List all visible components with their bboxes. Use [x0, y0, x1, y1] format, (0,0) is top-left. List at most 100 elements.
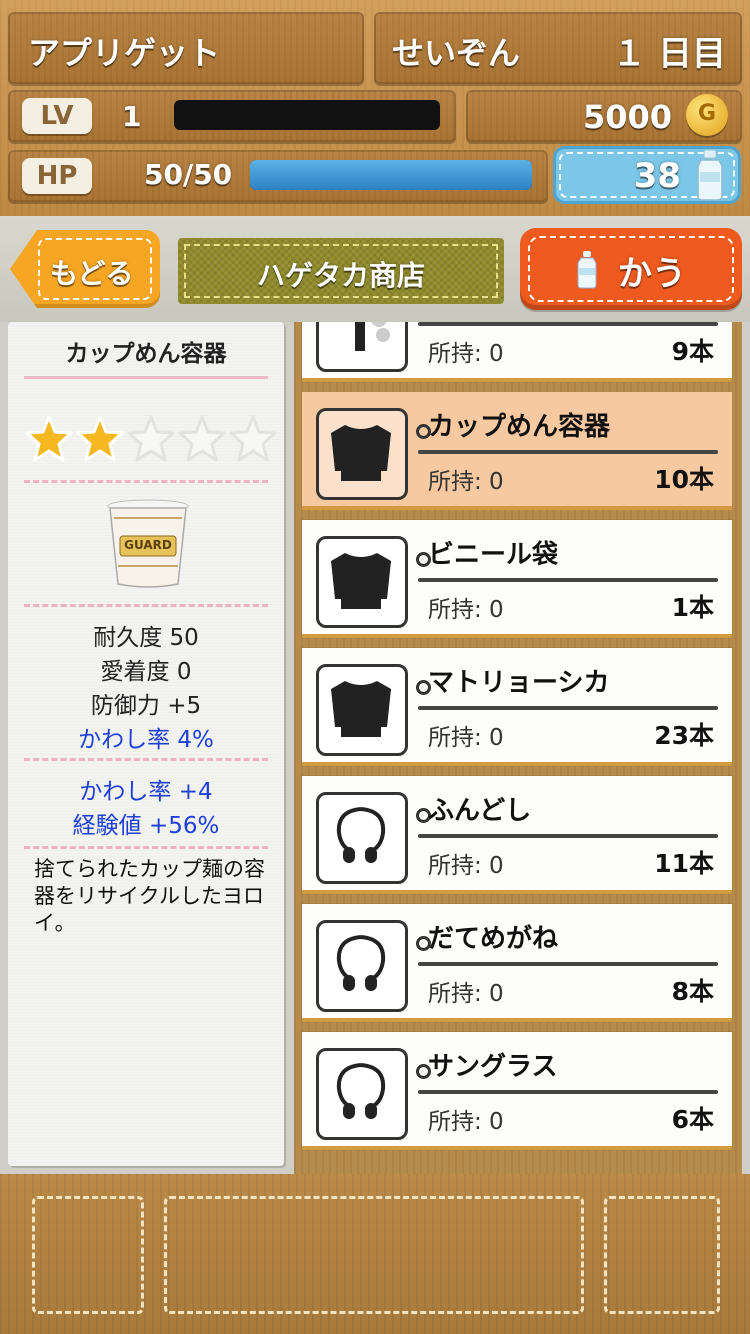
item-price: 10本: [654, 465, 714, 494]
hp-value: 50/50: [144, 158, 233, 191]
item-row[interactable]: 所持: 0 9本: [302, 322, 732, 382]
divider: [418, 578, 718, 582]
divider: [418, 834, 718, 838]
divider: [418, 322, 718, 326]
shirt-icon: [331, 553, 391, 609]
equipment-slot-bar: [0, 1174, 750, 1334]
item-name: サングラス: [428, 1052, 558, 1082]
star-empty-icon: [229, 415, 277, 462]
item-row[interactable]: カップめん容器所持: 0 10本: [302, 392, 732, 510]
item-owned: 所持: 0: [428, 725, 504, 751]
back-button[interactable]: もどる: [10, 230, 160, 308]
necklace-icon: [336, 807, 386, 863]
detail-item-name: カップめん容器: [65, 341, 227, 367]
bonus-exp: 経験値 +56%: [72, 813, 220, 839]
water-bottle-icon: [577, 251, 597, 289]
shirt-icon: [331, 425, 391, 481]
divider: [418, 1090, 718, 1094]
shop-title-banner: ハゲタカ商店: [178, 238, 504, 304]
star-empty-icon: [127, 415, 175, 462]
gold-value: 5000: [582, 98, 672, 136]
hp-panel: HP 50/50: [8, 150, 548, 202]
hp-bar: [250, 160, 532, 190]
broom-icon: [355, 322, 390, 351]
divider: [24, 604, 268, 607]
item-detail-panel: カップめん容器 GUARD 耐久度 50 愛着度 0 防御力 +5 かわし率 4…: [8, 322, 284, 1166]
app-name: アプリゲット: [28, 34, 221, 72]
item-price: 8本: [671, 977, 714, 1006]
equip-slot-group[interactable]: [164, 1196, 584, 1314]
water-value: 38: [633, 156, 681, 196]
divider: [418, 706, 718, 710]
gold-coin-icon: G: [686, 94, 728, 136]
item-list[interactable]: 所持: 0 9本 カップめん容器 所持: 0 10本 ビニール袋 所持: 0 1本 マトリョーシ…: [294, 322, 742, 1174]
stat-affection: 愛着度 0: [100, 659, 192, 685]
mode-label: せいぞん: [392, 34, 521, 72]
water-bottle-icon: [697, 149, 723, 201]
item-row[interactable]: ビニール袋所持: 0 1本: [302, 520, 732, 638]
item-thumbnail: [316, 408, 408, 500]
divider: [24, 376, 268, 379]
item-name: だてめがね: [428, 924, 559, 954]
item-price: 9本: [671, 337, 714, 366]
stat-evade-rate: かわし率 4%: [78, 727, 214, 753]
item-thumbnail: [316, 920, 408, 1012]
star-empty-icon: [178, 415, 226, 462]
gold-panel: 5000 G: [466, 90, 742, 142]
day-counter: １ 日目: [612, 34, 726, 74]
water-panel: 38: [553, 146, 741, 204]
item-image: GUARD: [106, 498, 190, 590]
item-row[interactable]: サングラス所持: 0 6本: [302, 1032, 732, 1150]
divider: [24, 846, 268, 849]
divider: [24, 758, 268, 761]
item-thumbnail: [316, 664, 408, 756]
equip-slot-last[interactable]: [604, 1196, 720, 1314]
shop-title: ハゲタカ商店: [256, 259, 425, 292]
hp-badge: HP: [22, 158, 92, 194]
item-owned: 所持: 0: [428, 597, 504, 623]
app-name-panel: アプリゲット: [8, 12, 364, 84]
item-price: 11本: [654, 849, 714, 878]
status-hud: アプリゲット せいぞん １ 日目 LV 1 5000 G HP 50/50 38: [0, 0, 750, 216]
divider: [418, 962, 718, 966]
rarity-stars: [24, 414, 284, 464]
divider: [418, 450, 718, 454]
necklace-icon: [336, 935, 386, 991]
level-value: 1: [122, 100, 142, 133]
buy-button[interactable]: かう: [520, 228, 742, 310]
necklace-icon: [336, 1063, 386, 1119]
item-thumbnail: [316, 1048, 408, 1140]
item-thumbnail: [316, 322, 408, 372]
item-thumbnail: [316, 536, 408, 628]
back-label: もどる: [50, 257, 134, 290]
divider: [24, 480, 268, 483]
shirt-icon: [331, 681, 391, 737]
exp-bar: [174, 100, 440, 130]
star-filled-icon: [76, 415, 124, 462]
stat-durability: 耐久度 50: [93, 625, 199, 651]
item-row[interactable]: だてめがね所持: 0 8本: [302, 904, 732, 1022]
day-panel: せいぞん １ 日目: [374, 12, 742, 84]
level-panel: LV 1: [8, 90, 456, 142]
item-owned: 所持: 0: [428, 341, 504, 367]
cup-logo-text: GUARD: [124, 538, 172, 552]
item-thumbnail: [316, 792, 408, 884]
item-price: 23本: [654, 721, 714, 750]
buy-label: かう: [618, 254, 686, 294]
item-name: マトリョーシカ: [428, 668, 610, 698]
bonus-evade: かわし率 +4: [79, 779, 213, 805]
item-description: 捨てられたカップ麺の容器をリサイクルしたヨロイ。: [34, 857, 265, 935]
item-name: カップめん容器: [428, 412, 611, 442]
item-row[interactable]: マトリョーシカ所持: 0 23本: [302, 648, 732, 766]
equip-slot-1[interactable]: [32, 1196, 144, 1314]
hp-bar-fill: [250, 160, 532, 190]
item-owned: 所持: 0: [428, 981, 504, 1007]
item-owned: 所持: 0: [428, 1109, 504, 1135]
item-price: 6本: [671, 1105, 714, 1134]
stat-defense: 防御力 +5: [90, 693, 202, 719]
item-name: ふんどし: [428, 796, 532, 826]
item-price: 1本: [671, 593, 714, 622]
item-name: ビニール袋: [428, 540, 559, 570]
item-row[interactable]: ふんどし 所持: 0 11本: [302, 776, 732, 894]
item-owned: 所持: 0: [428, 469, 504, 495]
